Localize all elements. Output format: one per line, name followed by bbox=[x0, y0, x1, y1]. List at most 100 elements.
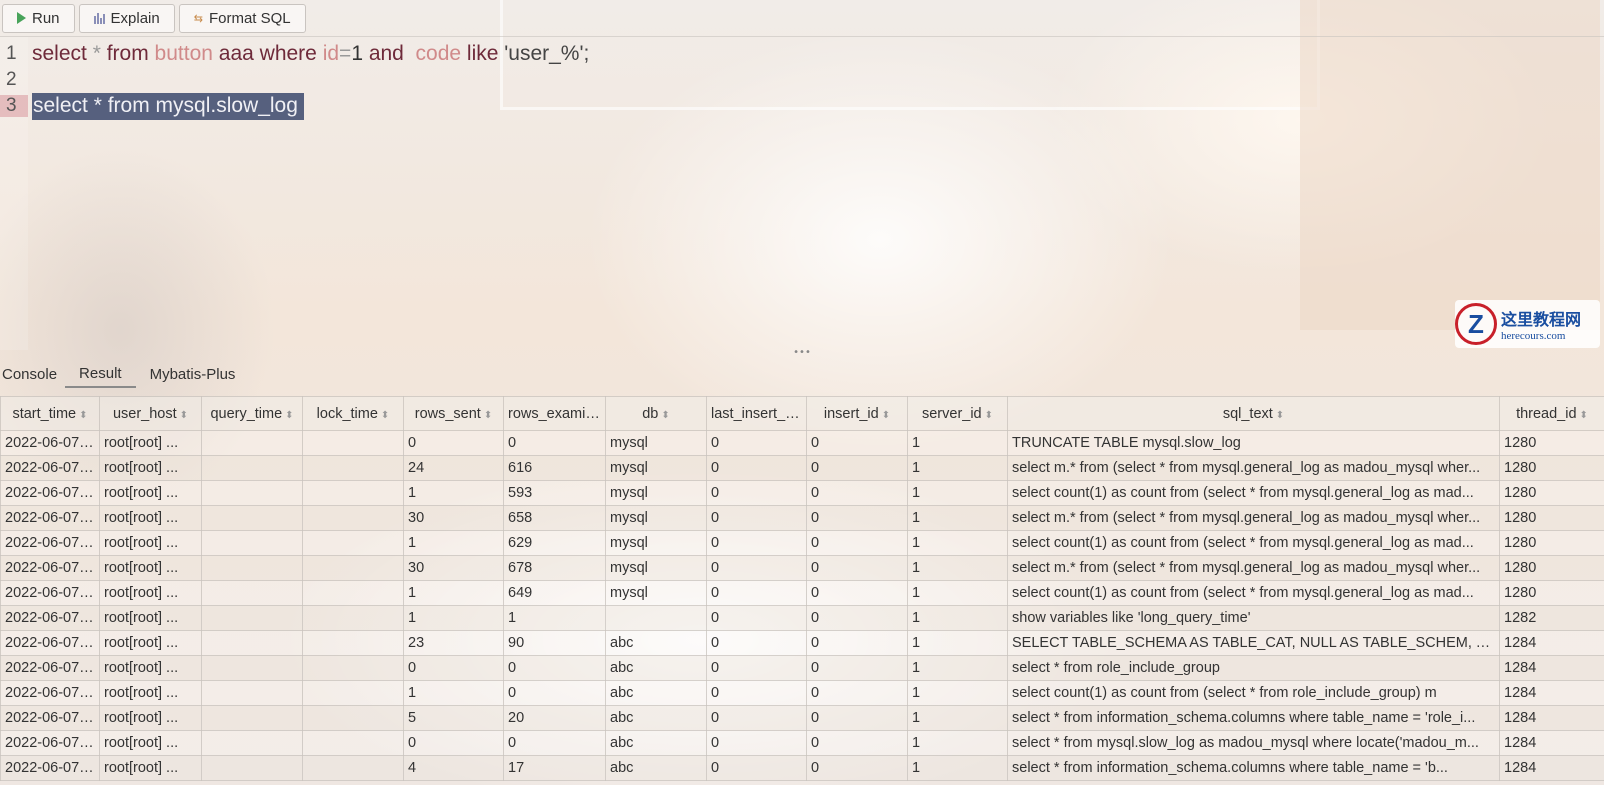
cell-sql-text[interactable]: select * from role_include_group bbox=[1007, 655, 1500, 681]
cell-thread-id[interactable]: 1284 bbox=[1499, 755, 1604, 781]
cell-user-host[interactable]: root[root] ... bbox=[99, 755, 202, 781]
sort-icon[interactable]: ⬍ bbox=[285, 410, 293, 421]
editor-line-1[interactable]: 1 select * from button aaa where id=1 an… bbox=[0, 40, 589, 68]
cell-rows-examinec[interactable]: 0 bbox=[503, 730, 606, 756]
cell-rows-examinec[interactable]: 20 bbox=[503, 705, 606, 731]
cell-user-host[interactable]: root[root] ... bbox=[99, 480, 202, 506]
cell-user-host[interactable]: root[root] ... bbox=[99, 455, 202, 481]
cell-last-insert-id[interactable]: 0 bbox=[706, 730, 807, 756]
cell-lock-time[interactable] bbox=[302, 605, 404, 631]
cell-start-time[interactable]: 2022-06-07 ... bbox=[0, 430, 100, 456]
cell-lock-time[interactable] bbox=[302, 630, 404, 656]
cell-sql-text[interactable]: select count(1) as count from (select * … bbox=[1007, 530, 1500, 556]
cell-server-id[interactable]: 1 bbox=[907, 480, 1008, 506]
cell-query-time[interactable] bbox=[201, 430, 303, 456]
cell-lock-time[interactable] bbox=[302, 755, 404, 781]
cell-insert-id[interactable]: 0 bbox=[806, 655, 908, 681]
table-row[interactable]: 2022-06-07 ... root[root] ... 0 0 abc 0 0 1 sele… bbox=[0, 730, 1604, 756]
cell-sql-text[interactable]: show variables like 'long_query_time' bbox=[1007, 605, 1500, 631]
cell-rows-examinec[interactable]: 593 bbox=[503, 480, 606, 506]
cell-user-host[interactable]: root[root] ... bbox=[99, 530, 202, 556]
cell-query-time[interactable] bbox=[201, 530, 303, 556]
cell-sql-text[interactable]: select * from mysql.slow_log as madou_my… bbox=[1007, 730, 1500, 756]
column-header-rows-sent[interactable]: rows_sent ⬍ bbox=[403, 396, 504, 431]
column-header-lock-time[interactable]: lock_time ⬍ bbox=[302, 396, 404, 431]
cell-sql-text[interactable]: select count(1) as count from (select * … bbox=[1007, 580, 1500, 606]
cell-last-insert-id[interactable]: 0 bbox=[706, 680, 807, 706]
cell-user-host[interactable]: root[root] ... bbox=[99, 430, 202, 456]
cell-server-id[interactable]: 1 bbox=[907, 655, 1008, 681]
cell-db[interactable]: mysql bbox=[605, 505, 707, 531]
cell-user-host[interactable]: root[root] ... bbox=[99, 580, 202, 606]
cell-start-time[interactable]: 2022-06-07 ... bbox=[0, 455, 100, 481]
cell-server-id[interactable]: 1 bbox=[907, 680, 1008, 706]
cell-thread-id[interactable]: 1280 bbox=[1499, 530, 1604, 556]
splitter-handle[interactable]: ••• bbox=[0, 348, 1604, 358]
sort-icon[interactable]: ⬍ bbox=[1276, 410, 1284, 421]
cell-rows-examinec[interactable]: 616 bbox=[503, 455, 606, 481]
cell-thread-id[interactable]: 1280 bbox=[1499, 480, 1604, 506]
cell-db[interactable]: abc bbox=[605, 680, 707, 706]
editor-line-2[interactable]: 2 bbox=[0, 66, 28, 94]
cell-rows-examinec[interactable]: 649 bbox=[503, 580, 606, 606]
cell-rows-examinec[interactable]: 1 bbox=[503, 605, 606, 631]
cell-sql-text[interactable]: select count(1) as count from (select * … bbox=[1007, 480, 1500, 506]
cell-rows-sent[interactable]: 0 bbox=[403, 430, 504, 456]
cell-user-host[interactable]: root[root] ... bbox=[99, 680, 202, 706]
cell-start-time[interactable]: 2022-06-07 ... bbox=[0, 655, 100, 681]
cell-user-host[interactable]: root[root] ... bbox=[99, 630, 202, 656]
column-header-server-id[interactable]: server_id ⬍ bbox=[907, 396, 1008, 431]
cell-lock-time[interactable] bbox=[302, 505, 404, 531]
sort-icon[interactable]: ⬍ bbox=[882, 410, 890, 421]
sort-icon[interactable]: ⬍ bbox=[79, 410, 87, 421]
cell-insert-id[interactable]: 0 bbox=[806, 530, 908, 556]
table-row[interactable]: 2022-06-07 ... root[root] ... 30 658 mysql 0 0… bbox=[0, 505, 1604, 531]
cell-thread-id[interactable]: 1280 bbox=[1499, 430, 1604, 456]
cell-start-time[interactable]: 2022-06-07 ... bbox=[0, 630, 100, 656]
cell-server-id[interactable]: 1 bbox=[907, 455, 1008, 481]
sort-icon[interactable]: ⬍ bbox=[1580, 410, 1588, 421]
cell-last-insert-id[interactable]: 0 bbox=[706, 705, 807, 731]
cell-lock-time[interactable] bbox=[302, 655, 404, 681]
cell-sql-text[interactable]: select count(1) as count from (select * … bbox=[1007, 680, 1500, 706]
cell-query-time[interactable] bbox=[201, 730, 303, 756]
cell-query-time[interactable] bbox=[201, 605, 303, 631]
column-header-insert-id[interactable]: insert_id ⬍ bbox=[806, 396, 908, 431]
cell-start-time[interactable]: 2022-06-07 ... bbox=[0, 680, 100, 706]
cell-rows-sent[interactable]: 1 bbox=[403, 530, 504, 556]
table-row[interactable]: 2022-06-07 ... root[root] ... 1 593 mysql 0 0 1… bbox=[0, 480, 1604, 506]
cell-insert-id[interactable]: 0 bbox=[806, 555, 908, 581]
table-row[interactable]: 2022-06-07 ... root[root] ... 23 90 abc 0 0 1 SE… bbox=[0, 630, 1604, 656]
cell-insert-id[interactable]: 0 bbox=[806, 580, 908, 606]
cell-db[interactable]: abc bbox=[605, 655, 707, 681]
tab-mybatis-plus[interactable]: Mybatis-Plus bbox=[136, 360, 250, 388]
cell-db[interactable]: mysql bbox=[605, 480, 707, 506]
cell-user-host[interactable]: root[root] ... bbox=[99, 555, 202, 581]
cell-rows-sent[interactable]: 0 bbox=[403, 655, 504, 681]
column-header-start-time[interactable]: start_time ⬍ bbox=[0, 396, 100, 431]
cell-user-host[interactable]: root[root] ... bbox=[99, 505, 202, 531]
cell-insert-id[interactable]: 0 bbox=[806, 455, 908, 481]
cell-server-id[interactable]: 1 bbox=[907, 555, 1008, 581]
cell-start-time[interactable]: 2022-06-07 ... bbox=[0, 555, 100, 581]
cell-last-insert-id[interactable]: 0 bbox=[706, 530, 807, 556]
cell-rows-examinec[interactable]: 17 bbox=[503, 755, 606, 781]
cell-user-host[interactable]: root[root] ... bbox=[99, 730, 202, 756]
cell-lock-time[interactable] bbox=[302, 705, 404, 731]
cell-insert-id[interactable]: 0 bbox=[806, 630, 908, 656]
cell-db[interactable]: mysql bbox=[605, 455, 707, 481]
table-row[interactable]: 2022-06-07 ... root[root] ... 1 649 mysql 0 0 1… bbox=[0, 580, 1604, 606]
cell-thread-id[interactable]: 1284 bbox=[1499, 705, 1604, 731]
cell-db[interactable]: abc bbox=[605, 755, 707, 781]
cell-server-id[interactable]: 1 bbox=[907, 505, 1008, 531]
cell-lock-time[interactable] bbox=[302, 580, 404, 606]
cell-last-insert-id[interactable]: 0 bbox=[706, 430, 807, 456]
cell-thread-id[interactable]: 1280 bbox=[1499, 505, 1604, 531]
table-row[interactable]: 2022-06-07 ... root[root] ... 0 0 mysql 0 0 1 TR… bbox=[0, 430, 1604, 456]
explain-button[interactable]: Explain bbox=[78, 3, 175, 33]
cell-rows-sent[interactable]: 4 bbox=[403, 755, 504, 781]
cell-start-time[interactable]: 2022-06-07 ... bbox=[0, 605, 100, 631]
cell-user-host[interactable]: root[root] ... bbox=[99, 705, 202, 731]
cell-db[interactable]: mysql bbox=[605, 430, 707, 456]
table-row[interactable]: 2022-06-07 ... root[root] ... 4 17 abc 0 0 1 sel… bbox=[0, 755, 1604, 781]
